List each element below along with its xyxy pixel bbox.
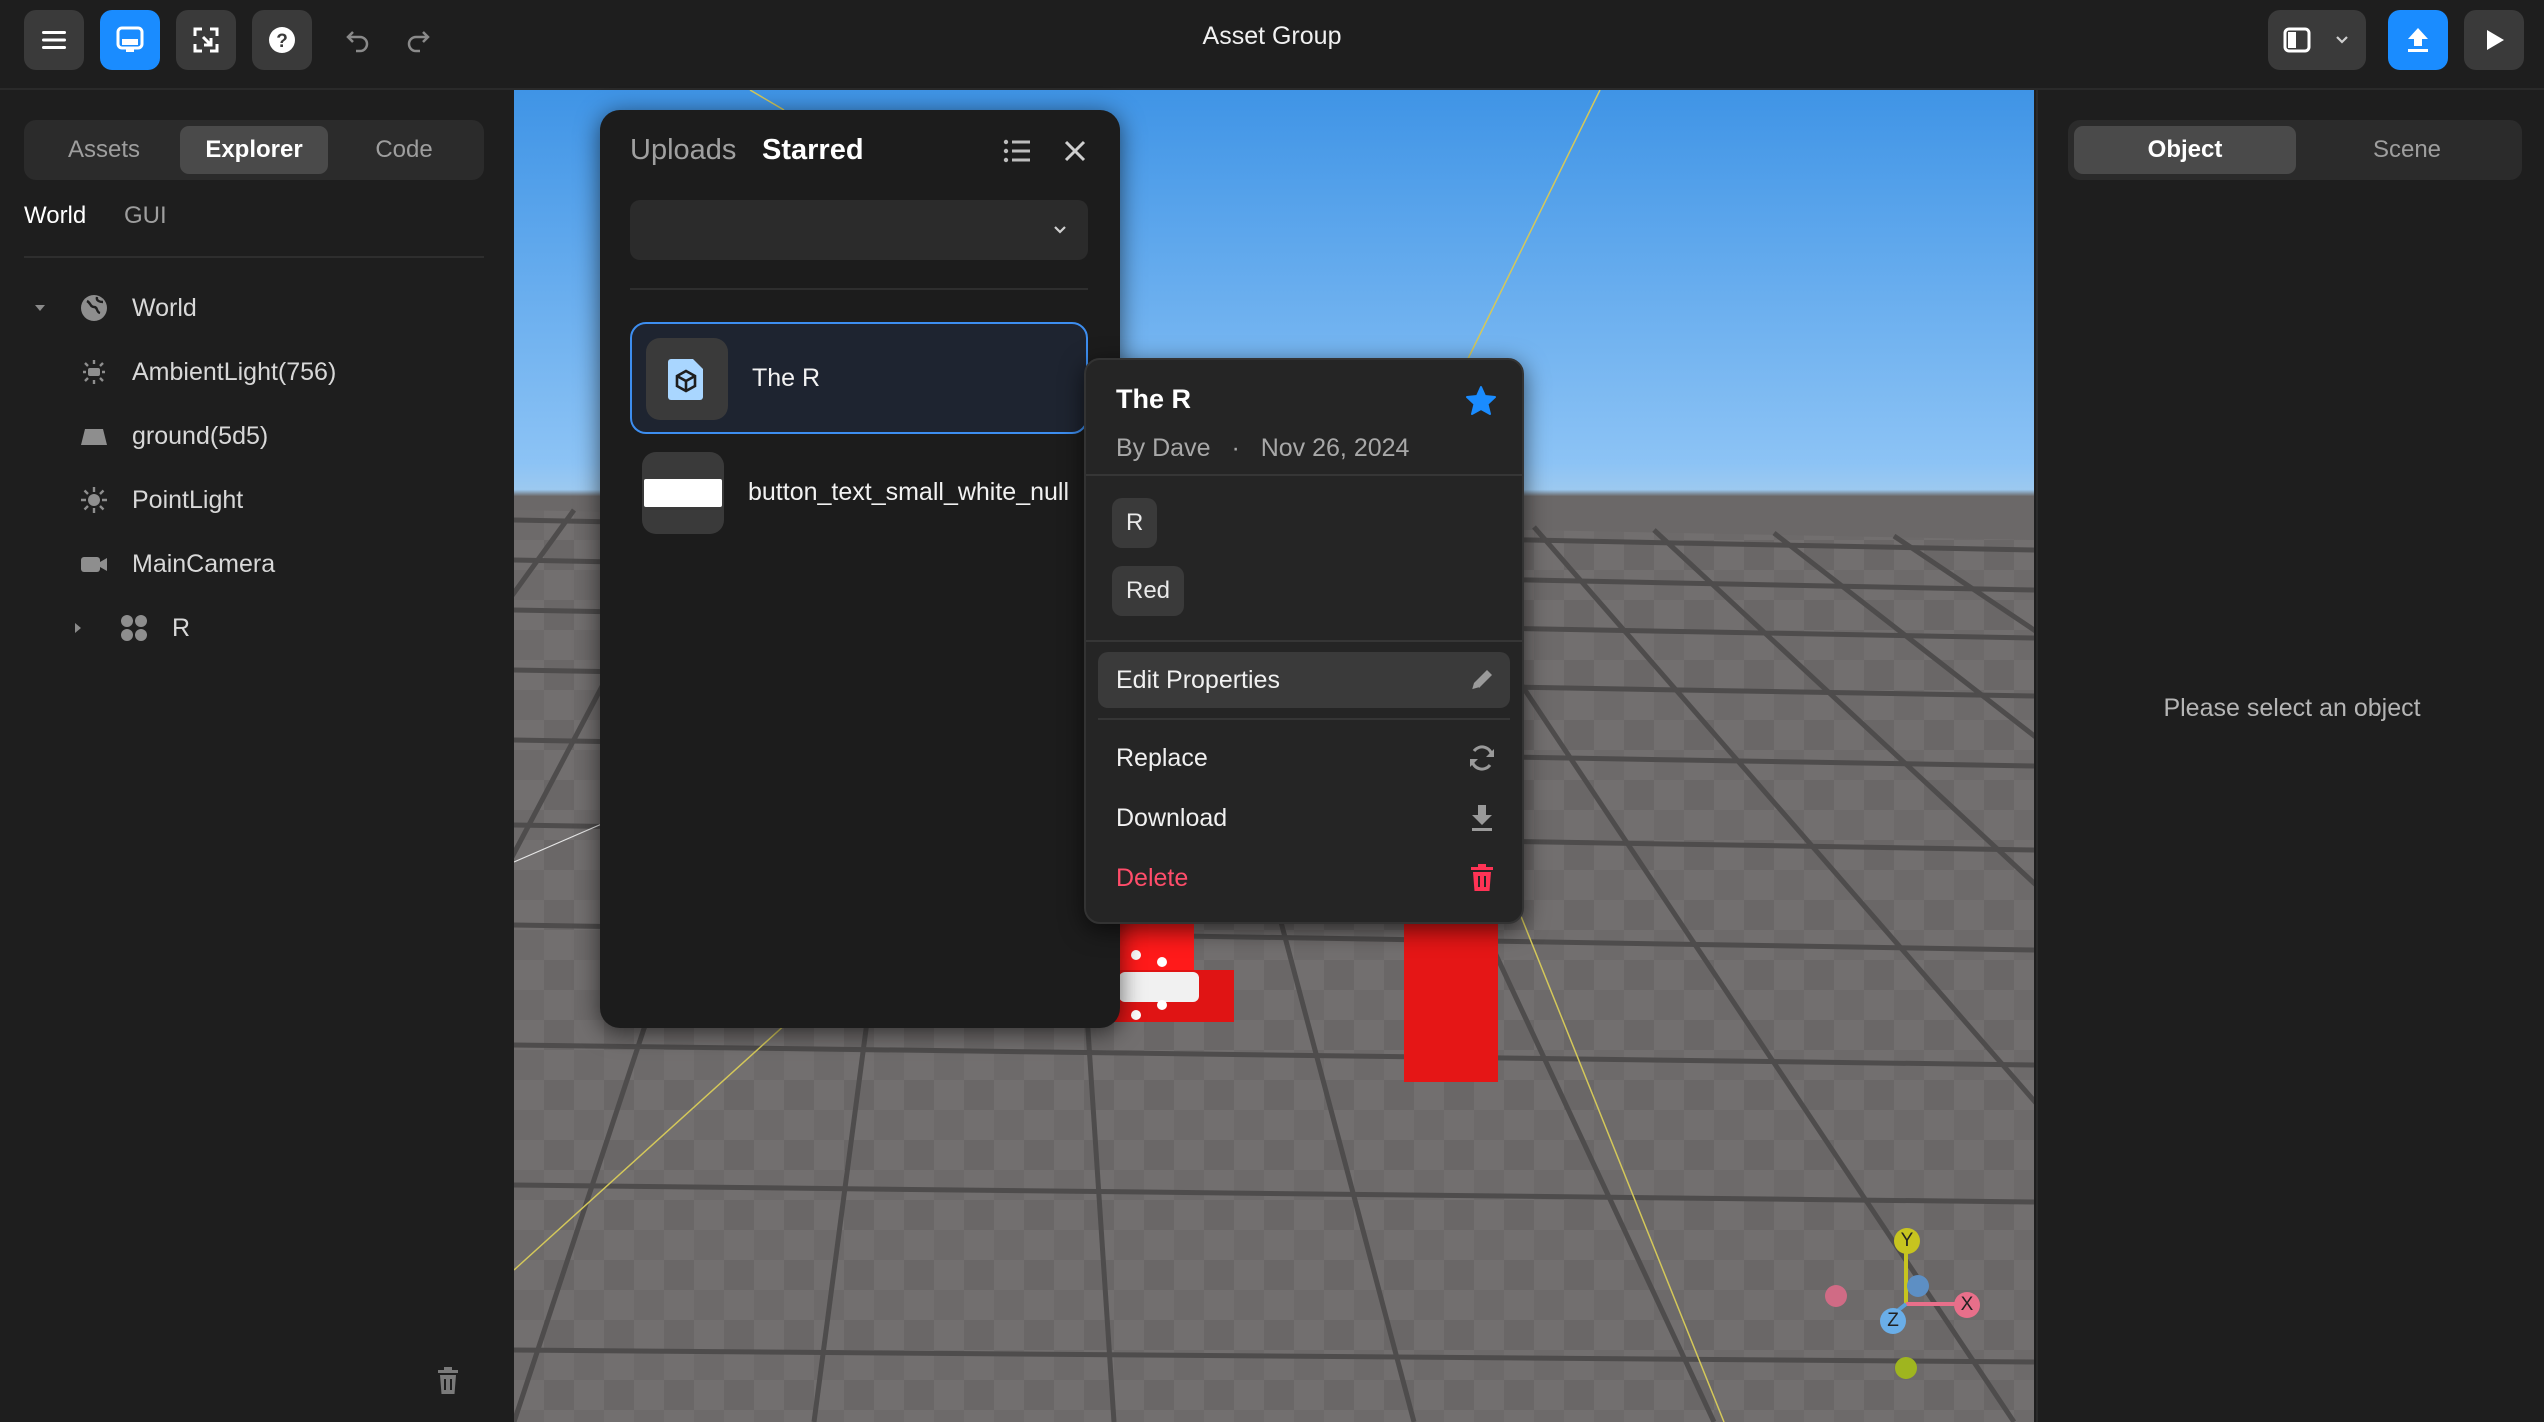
tree-item-r[interactable]: R — [0, 600, 514, 656]
asset-name: The R — [752, 364, 821, 392]
list-view-button[interactable] — [1002, 136, 1032, 166]
image-thumbnail — [642, 452, 724, 534]
tab-scene[interactable]: Scene — [2298, 126, 2516, 174]
gizmo-z-axis[interactable]: Z — [1880, 1308, 1906, 1334]
tree-item-pointlight[interactable]: PointLight — [0, 472, 514, 528]
menu-item-label: Replace — [1116, 744, 1208, 772]
tag-r: R — [1112, 498, 1158, 548]
explorer-panel: Assets Explorer Code World GUI World Amb… — [0, 90, 514, 1422]
asset-meta: By Dave · Nov 26, 2024 — [1116, 434, 1409, 463]
asset-context-menu: The R By Dave · Nov 26, 2024 R Red Edit … — [1084, 358, 1524, 924]
tree-item-label: World — [132, 293, 197, 322]
top-bar: ? Asset Group — [0, 0, 2544, 90]
divider — [24, 256, 484, 258]
layout-toggle-button[interactable] — [2268, 10, 2366, 70]
model-icon — [665, 355, 709, 403]
play-icon — [2480, 26, 2508, 54]
tab-assets[interactable]: Assets — [30, 126, 178, 174]
caret-right-icon[interactable] — [68, 618, 88, 638]
trash-icon — [434, 1366, 462, 1396]
list-icon — [1002, 136, 1032, 166]
sun-icon — [78, 484, 110, 516]
delete-item[interactable]: Delete — [1098, 850, 1510, 906]
tab-uploads[interactable]: Uploads — [630, 134, 736, 167]
subtab-world[interactable]: World — [24, 202, 86, 230]
asset-card-button-text[interactable]: button_text_small_white_null — [630, 452, 1088, 564]
star-icon — [1464, 384, 1498, 418]
camera-icon — [78, 548, 110, 580]
menu-item-label: Edit Properties — [1116, 666, 1280, 694]
refresh-icon — [1466, 742, 1498, 774]
asset-title: The R — [1116, 384, 1192, 414]
tree-item-world[interactable]: World — [0, 280, 514, 336]
tree-item-label: MainCamera — [132, 549, 276, 578]
subtab-gui[interactable]: GUI — [124, 202, 167, 230]
tree-item-label: PointLight — [132, 485, 244, 514]
divider — [1098, 718, 1510, 720]
upload-icon — [2403, 25, 2433, 55]
asset-thumbnail — [646, 338, 728, 420]
download-item[interactable]: Download — [1098, 790, 1510, 846]
menu-item-label: Download — [1116, 804, 1228, 832]
divider — [1086, 474, 1522, 476]
divider — [1086, 640, 1522, 642]
right-panel-tabs: Object Scene — [2068, 120, 2522, 180]
close-popup-button[interactable] — [1062, 138, 1088, 164]
asset-date: Nov 26, 2024 — [1260, 434, 1410, 462]
group-icon — [118, 612, 150, 644]
asset-filter-dropdown[interactable] — [630, 200, 1088, 260]
caret-down-icon[interactable] — [30, 298, 50, 318]
tag-red: Red — [1112, 566, 1185, 616]
tab-code[interactable]: Code — [330, 126, 478, 174]
gizmo-x-axis[interactable]: X — [1954, 1292, 1980, 1318]
app-title: Asset Group — [1202, 22, 1342, 50]
left-panel-tabs: Assets Explorer Code — [24, 120, 484, 180]
asset-library-popup: Uploads Starred The R button_text_small_… — [600, 110, 1120, 1028]
close-icon — [1062, 138, 1088, 164]
tree-item-label: ground(5d5) — [132, 421, 269, 450]
pencil-icon — [1466, 664, 1498, 696]
tree-item-label: AmbientLight(756) — [132, 357, 337, 386]
divider — [630, 288, 1088, 290]
empty-selection-message: Please select an object — [2163, 694, 2421, 722]
trash-icon — [1466, 862, 1498, 894]
properties-panel: Object Scene Please select an object — [2036, 90, 2544, 1422]
panel-layout-icon — [2282, 25, 2312, 55]
ambient-light-icon — [78, 356, 110, 388]
tree-item-label: R — [172, 613, 191, 642]
star-button[interactable] — [1464, 384, 1498, 418]
ground-icon — [78, 420, 110, 452]
asset-name: button_text_small_white_null — [748, 478, 1070, 506]
chevron-down-icon — [1052, 222, 1068, 238]
download-icon — [1466, 802, 1498, 834]
tree-item-ambientlight[interactable]: AmbientLight(756) — [0, 344, 514, 400]
menu-item-label: Delete — [1116, 864, 1189, 892]
meta-separator: · — [1231, 434, 1240, 462]
tree-item-maincamera[interactable]: MainCamera — [0, 536, 514, 592]
tab-object[interactable]: Object — [2074, 126, 2296, 174]
asset-card-the-r[interactable]: The R — [630, 322, 1088, 434]
axis-gizmo[interactable]: Y X Z — [1814, 1220, 1984, 1390]
edit-properties-item[interactable]: Edit Properties — [1098, 652, 1510, 708]
replace-item[interactable]: Replace — [1098, 730, 1510, 786]
asset-author: By Dave — [1116, 434, 1211, 462]
delete-node-button[interactable] — [434, 1366, 462, 1396]
chevron-down-icon — [2334, 32, 2350, 48]
tab-explorer[interactable]: Explorer — [180, 126, 328, 174]
tree-item-ground[interactable]: ground(5d5) — [0, 408, 514, 464]
play-button[interactable] — [2464, 10, 2524, 70]
gizmo-y-axis[interactable]: Y — [1894, 1228, 1920, 1254]
globe-icon — [78, 292, 110, 324]
publish-button[interactable] — [2388, 10, 2448, 70]
tab-starred[interactable]: Starred — [762, 134, 864, 167]
